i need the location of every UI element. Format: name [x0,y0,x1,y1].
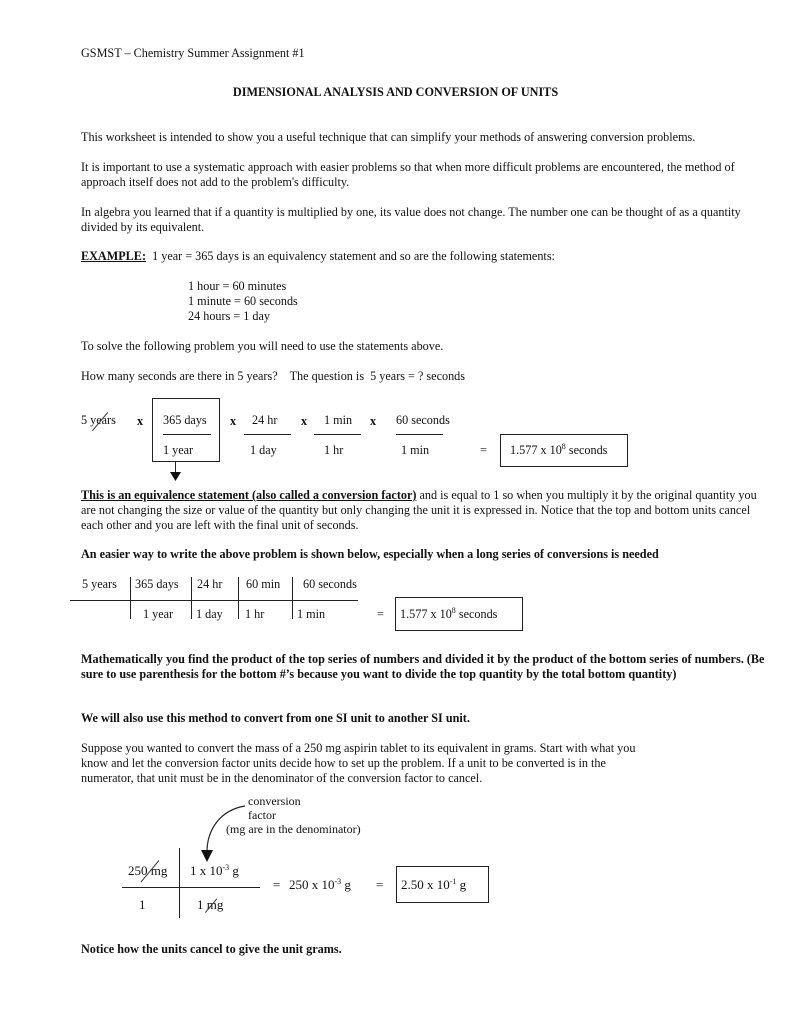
result-unit: seconds [565,443,608,457]
math-note: Mathematically you find the product of t… [81,652,765,681]
equals-sign: = [273,877,281,892]
equals-sign: = [377,607,384,621]
grid-bottom-cell: 1 hr [245,607,265,621]
fraction-numerator: 1 min [324,413,353,427]
page-title: DIMENSIONAL ANALYSIS AND CONVERSION OF U… [232,85,559,99]
grid-top-cell: 60 min [246,577,281,591]
grid2-bottom-left: 1 [139,897,146,912]
grid-column-line [191,577,192,619]
grid-bottom-cell: 1 min [297,607,326,621]
mantissa: 1 x 10 [190,863,223,878]
fraction-numerator: 24 hr [252,413,278,427]
grid-divider [70,600,358,601]
grid-bottom-cell: 1 year [143,607,174,621]
times-sign: x [137,414,144,428]
fraction-denominator: 1 year [163,443,194,457]
explanation-paragraph: This is an equivalence statement (also c… [81,488,771,533]
grid2-bottom-right-text: 1 mg [197,897,224,912]
grid2-divider [122,887,260,888]
grid-top-cell: 60 seconds [303,577,357,591]
example-line: EXAMPLE: 1 year = 365 days is an equival… [81,249,555,264]
mantissa: 2.50 x 10 [401,877,450,892]
equals-sign: = [376,877,384,892]
starting-quantity: 5 years [81,413,116,428]
grid-column-line [292,577,293,619]
instruction-text: To solve the following problem you will … [81,339,444,353]
times-sign: x [370,414,377,428]
grid-top-cell: 5 years [82,577,117,591]
fraction-bar [163,434,211,435]
closing-note: Notice how the units cancel to give the … [81,942,342,956]
result-mantissa: 1.577 x 10 [400,607,452,621]
grid2-top-left: 250 mg [128,863,167,878]
grid-bottom-cell: 1 day [196,607,223,621]
example-text: 1 year = 365 days is an equivalency stat… [146,249,555,263]
fraction-denominator: 1 hr [324,443,344,457]
intermediate-value: 250 x 10-3 g [289,877,351,892]
curved-arrow-icon [201,805,246,862]
si-note: We will also use this method to convert … [81,711,470,725]
result-value: 2.50 x 10-1 g [401,877,466,892]
mantissa: 250 x 10 [289,877,335,892]
example-label: EXAMPLE: [81,249,146,263]
unit: g [341,877,351,892]
grid-column-line [130,577,131,619]
times-sign: x [230,414,237,428]
fraction-numerator: 365 days [163,413,207,427]
result-value: 1.577 x 108 seconds [510,443,607,458]
fraction-bar [396,434,443,435]
easier-method-heading: An easier way to write the above problem… [81,547,659,561]
grid-top-cell: 365 days [135,577,179,591]
equivalency-statement: 1 hour = 60 minutes [188,279,287,293]
fraction-denominator: 1 day [250,443,277,457]
grid2-bottom-right: 1 mg [197,897,223,912]
result-value: 1.577 x 108 seconds [400,607,497,622]
result-mantissa: 1.577 x 10 [510,443,562,457]
fraction-denominator: 1 min [401,443,430,457]
unit: g [229,863,239,878]
grid-column-line [238,577,239,619]
fraction-numerator: 60 seconds [396,413,450,427]
aspirin-paragraph: Suppose you wanted to convert the mass o… [81,741,636,785]
equivalency-statement: 24 hours = 1 day [188,309,271,323]
fraction-bar [314,434,361,435]
unit: g [456,877,467,892]
grid2-top-left-text: 250 mg [128,863,168,878]
grid-top-cell: 24 hr [197,577,223,591]
fraction-bar [244,434,291,435]
annotation-line: conversion [248,794,301,808]
starting-quantity-text: 5 years [81,413,116,427]
result-unit: seconds [455,607,498,621]
equivalency-statement: 1 minute = 60 seconds [188,294,298,308]
times-sign: x [301,414,308,428]
grid2-column-line [179,848,180,918]
intro-paragraph-3: In algebra you learned that if a quantit… [81,205,741,234]
document-header: GSMST – Chemistry Summer Assignment #1 [81,46,305,60]
intro-paragraph-1: This worksheet is intended to show you a… [81,130,696,144]
conversion-factor-definition: This is an equivalence statement (also c… [81,488,417,502]
intro-paragraph-2: It is important to use a systematic appr… [81,160,735,189]
arrow-down-icon [170,472,181,481]
question-text: How many seconds are there in 5 years? T… [81,369,466,383]
equals-sign: = [480,443,487,457]
grid2-top-right: 1 x 10-3 g [190,863,239,878]
